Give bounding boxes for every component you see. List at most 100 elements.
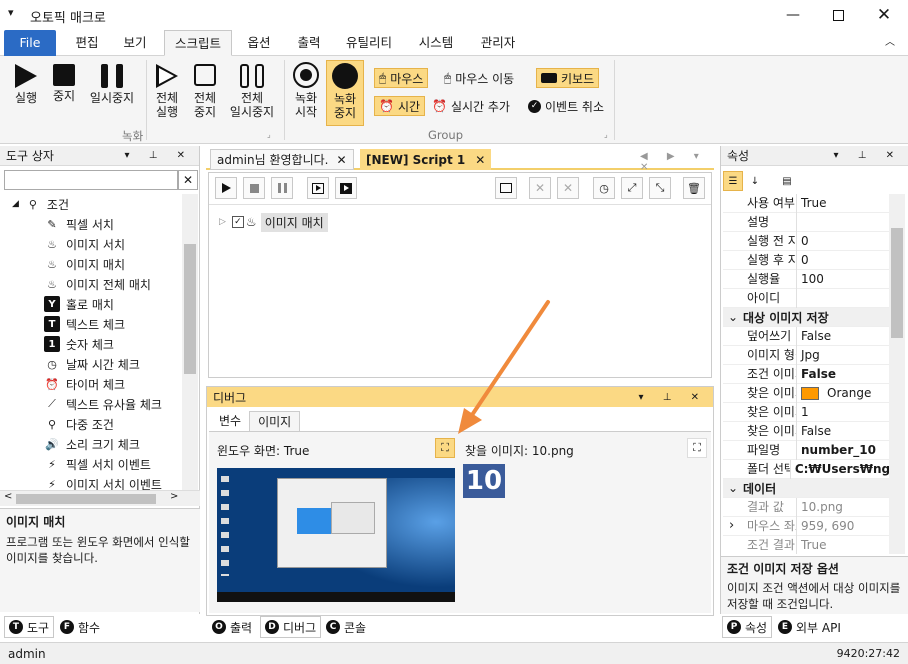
run-button[interactable]: 실행 — [8, 64, 44, 105]
properties-scrollbar[interactable] — [889, 194, 905, 554]
maximize-button[interactable] — [815, 0, 861, 30]
stop-all-button[interactable]: 전체 중지 — [188, 64, 222, 119]
dialog-launcher-icon[interactable]: ⌟ — [604, 130, 608, 139]
trash-icon[interactable]: 🗑 — [683, 177, 705, 199]
keyboard-toggle[interactable]: 키보드 — [536, 68, 600, 88]
property-row[interactable]: 실행 후 지연0 — [723, 250, 889, 270]
pause-button[interactable]: 일시중지 — [84, 64, 140, 105]
record-stop-button[interactable]: 녹화 중지 — [326, 60, 364, 126]
menu-view[interactable]: 보기 — [112, 30, 158, 56]
tab-nav-icon[interactable]: ◀ ▶ ▾ ✕ — [640, 151, 714, 173]
property-row[interactable]: 조건 이미지False — [723, 364, 889, 384]
collapse-ribbon-icon[interactable]: ︿ — [880, 30, 900, 56]
time-toggle[interactable]: ⏰ 시간 — [374, 96, 426, 116]
property-row[interactable]: 파일명 number_10 — [723, 440, 889, 460]
tab-console[interactable]: C 콘솔 — [322, 616, 370, 638]
expand-arrow-icon[interactable]: › — [729, 518, 734, 533]
menu-options[interactable]: 옵션 — [236, 30, 282, 56]
tab-close-icon[interactable]: ✕ — [336, 153, 346, 167]
stop-button[interactable]: 중지 — [46, 64, 82, 103]
delete-disabled-button[interactable]: ✕ — [529, 177, 551, 199]
toolbox-item[interactable]: ♨ 이미지 서치 — [0, 234, 182, 254]
property-row[interactable]: 실행율 100 — [723, 269, 889, 289]
property-row[interactable]: 결과 값 10.png — [723, 497, 889, 517]
sort-alpha-icon[interactable]: ↓ — [745, 171, 765, 191]
toolbox-item[interactable]: ⚡ 이미지 서치 이벤트 — [0, 474, 182, 491]
property-section[interactable]: ⌄ 대상 이미지 저장 — [723, 308, 889, 327]
run-script-button[interactable] — [215, 177, 237, 199]
menu-utility[interactable]: 유틸리티 — [336, 30, 402, 56]
toolbox-item[interactable]: ◷ 날짜 시간 체크 — [0, 354, 182, 374]
toolbox-item[interactable]: ⚡ 픽셀 서치 이벤트 — [0, 454, 182, 474]
tab-close-icon[interactable]: ✕ — [475, 153, 485, 167]
expand-icon[interactable]: ⤢ — [621, 177, 643, 199]
tab-output[interactable]: O 출력 — [208, 616, 256, 638]
property-row[interactable]: ›마우스 좌표959, 690 — [723, 516, 889, 536]
property-row[interactable]: 사용 여부 True — [723, 194, 889, 213]
toolbox-item[interactable]: ✎ 픽셀 서치 — [0, 214, 182, 234]
tab-external-api[interactable]: E 외부 API — [774, 616, 845, 638]
pause-script-button[interactable] — [271, 177, 293, 199]
tab-script[interactable]: [NEW] Script 1 ✕ — [360, 149, 492, 170]
menu-edit[interactable]: 편집 — [64, 30, 110, 56]
collapse-icon[interactable]: ⤡ — [649, 177, 671, 199]
menu-script[interactable]: 스크립트 — [164, 30, 232, 56]
expand-arrow-icon[interactable]: ▷ — [219, 217, 226, 227]
toolbox-item[interactable]: ♨ 이미지 전체 매치 — [0, 274, 182, 294]
system-menu-icon[interactable]: ▾ — [8, 6, 14, 19]
menu-output[interactable]: 출력 — [286, 30, 332, 56]
property-row[interactable]: 이미지 형식Jpg — [723, 345, 889, 365]
menu-system[interactable]: 시스템 — [408, 30, 464, 56]
property-row[interactable]: 찾은 이미지1 — [723, 402, 889, 422]
script-node[interactable]: ▷ ✓ ♨ 이미지 매치 — [219, 212, 328, 232]
toolbox-search-input[interactable] — [4, 170, 178, 190]
toolbox-item[interactable]: ⏰ 타이머 체크 — [0, 374, 182, 394]
record-start-button[interactable]: 녹화 시작 — [288, 62, 324, 119]
collapse-arrow-icon[interactable]: ⌄ — [723, 310, 743, 324]
step-button[interactable] — [307, 177, 329, 199]
toolbox-hscrollbar[interactable]: < > — [0, 490, 200, 506]
panel-controls-icon[interactable]: ▾ ⊥ ✕ — [125, 146, 193, 166]
property-row[interactable]: 실행 전 지연0 — [723, 231, 889, 251]
realtime-add-toggle[interactable]: ⏰ 실시간 추가 — [432, 96, 510, 116]
minimize-button[interactable]: — — [770, 0, 816, 30]
menu-admin[interactable]: 관리자 — [470, 30, 526, 56]
pause-all-button[interactable]: 전체 일시중지 — [224, 64, 280, 119]
mouse-toggle[interactable]: 🖱 마우스 — [374, 68, 429, 88]
panel-controls-icon[interactable]: ▾ ⊥ ✕ — [639, 392, 707, 403]
toolbox-item[interactable]: 1 숫자 체크 — [0, 334, 182, 354]
collapse-arrow-icon[interactable]: ⌄ — [723, 481, 743, 495]
tab-variables[interactable]: 변수 — [211, 411, 249, 431]
menu-file[interactable]: File — [4, 30, 56, 56]
tree-root-condition[interactable]: ◢ ⚲ 조건 — [0, 194, 182, 214]
node-checkbox[interactable]: ✓ — [231, 216, 244, 228]
property-row[interactable]: 찾은 이미지False — [723, 421, 889, 441]
categorized-icon[interactable]: ☰ — [723, 171, 743, 191]
history-icon[interactable]: ◷ — [593, 177, 615, 199]
close-button[interactable]: ✕ — [861, 0, 907, 30]
panel-controls-icon[interactable]: ▾ ⊥ ✕ — [834, 146, 902, 166]
tab-welcome[interactable]: admin님 환영합니다. ✕ — [210, 149, 354, 170]
run-all-button[interactable]: 전체 실행 — [150, 64, 184, 119]
property-row[interactable]: 설명 — [723, 212, 889, 232]
toolbox-item[interactable]: Y 홀로 매치 — [0, 294, 182, 314]
mouse-move-toggle[interactable]: 🖱 마우스 이동 — [444, 68, 514, 88]
tab-tools[interactable]: T 도구 — [4, 616, 55, 638]
clear-search-button[interactable]: ✕ — [178, 170, 198, 190]
toolbox-item[interactable]: T 텍스트 체크 — [0, 314, 182, 334]
step-over-button[interactable] — [335, 177, 357, 199]
dialog-launcher-icon[interactable]: ⌟ — [267, 130, 271, 139]
property-row[interactable]: 조건 결과 True — [723, 535, 889, 554]
property-row[interactable]: 아이디 — [723, 288, 889, 308]
stop-script-button[interactable] — [243, 177, 265, 199]
fullscreen-icon[interactable]: ⛶ — [687, 438, 707, 458]
toolbox-item[interactable]: ⟋ 텍스트 유사율 체크 — [0, 394, 182, 414]
tab-image[interactable]: 이미지 — [249, 411, 301, 431]
tab-debug[interactable]: D 디버그 — [260, 616, 322, 638]
tab-functions[interactable]: F 함수 — [56, 616, 104, 638]
image-view-button[interactable] — [495, 177, 517, 199]
property-row[interactable]: 찾은 이미지Orange — [723, 383, 889, 403]
property-section[interactable]: ⌄ 데이터 — [723, 479, 889, 498]
tab-properties[interactable]: P 속성 — [722, 616, 773, 638]
toolbox-item[interactable]: ♨ 이미지 매치 — [0, 254, 182, 274]
